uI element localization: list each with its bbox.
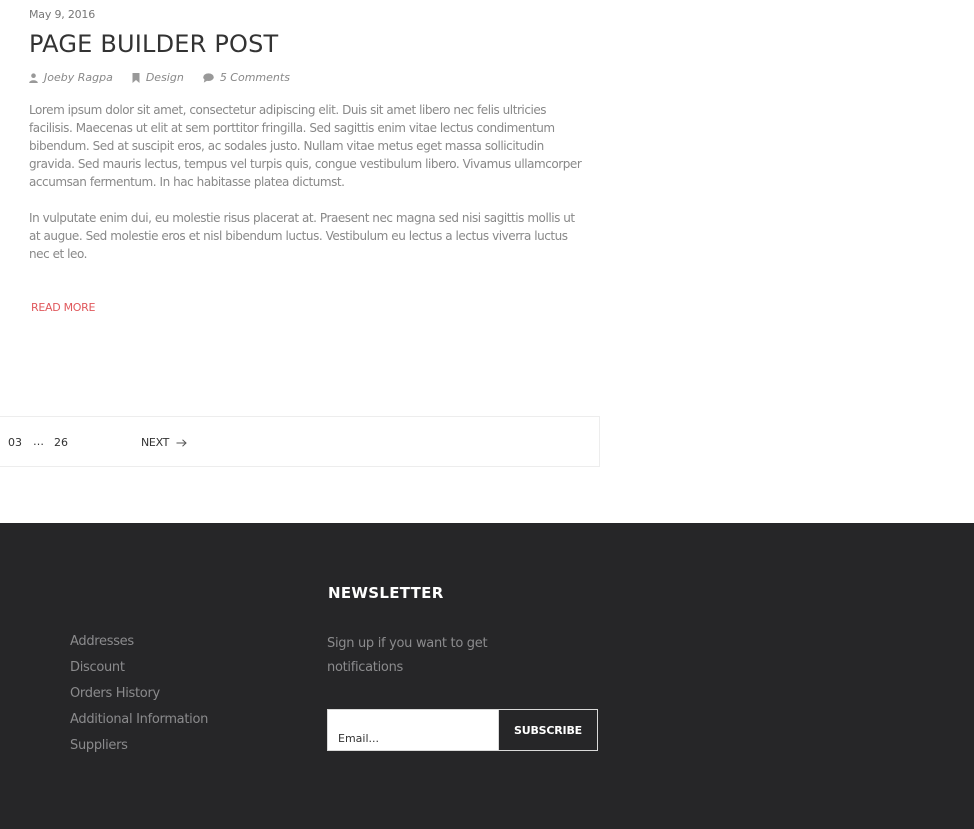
category-name: Design xyxy=(145,71,184,84)
author-meta[interactable]: Joeby Ragpa xyxy=(29,71,113,84)
bookmark-icon xyxy=(132,72,140,83)
newsletter-description: Sign up if you want to get notifications xyxy=(327,636,488,675)
page-link[interactable]: 03 xyxy=(8,436,22,449)
page-ellipsis: … xyxy=(33,435,44,448)
next-page-button[interactable]: NEXT xyxy=(141,436,187,449)
comments-meta[interactable]: 5 Comments xyxy=(203,71,290,84)
email-input[interactable] xyxy=(328,710,499,750)
footer-links: Addresses Discount Orders History Additi… xyxy=(70,632,208,762)
user-icon xyxy=(29,72,38,83)
page-link[interactable]: 26 xyxy=(54,436,68,449)
footer-link-additional-information[interactable]: Additional Information xyxy=(70,710,208,736)
author-name: Joeby Ragpa xyxy=(44,71,113,84)
post-paragraph: In vulputate enim dui, eu molestie risus… xyxy=(29,211,575,261)
read-more-link[interactable]: READ MORE xyxy=(31,301,95,314)
newsletter-form: SUBSCRIBE xyxy=(327,709,598,751)
post-paragraph: Lorem ipsum dolor sit amet, consectetur … xyxy=(29,103,582,189)
post-date: May 9, 2016 xyxy=(29,8,96,21)
post-meta: Joeby Ragpa Design 5 Comments xyxy=(29,71,309,84)
footer-link-orders-history[interactable]: Orders History xyxy=(70,684,208,710)
footer-link-suppliers[interactable]: Suppliers xyxy=(70,736,208,762)
footer-link-discount[interactable]: Discount xyxy=(70,658,208,684)
comment-icon xyxy=(203,72,214,83)
category-meta[interactable]: Design xyxy=(132,71,184,84)
site-footer: Addresses Discount Orders History Additi… xyxy=(0,523,974,829)
footer-link-addresses[interactable]: Addresses xyxy=(70,632,208,658)
newsletter-title: NEWSLETTER xyxy=(328,584,444,602)
arrow-right-icon xyxy=(176,438,187,447)
post-title[interactable]: PAGE BUILDER POST xyxy=(29,30,278,58)
next-label: NEXT xyxy=(141,436,170,449)
comments-count: 5 Comments xyxy=(219,71,290,84)
subscribe-button[interactable]: SUBSCRIBE xyxy=(499,710,597,750)
pagination: 03 … 26 NEXT xyxy=(0,416,600,467)
